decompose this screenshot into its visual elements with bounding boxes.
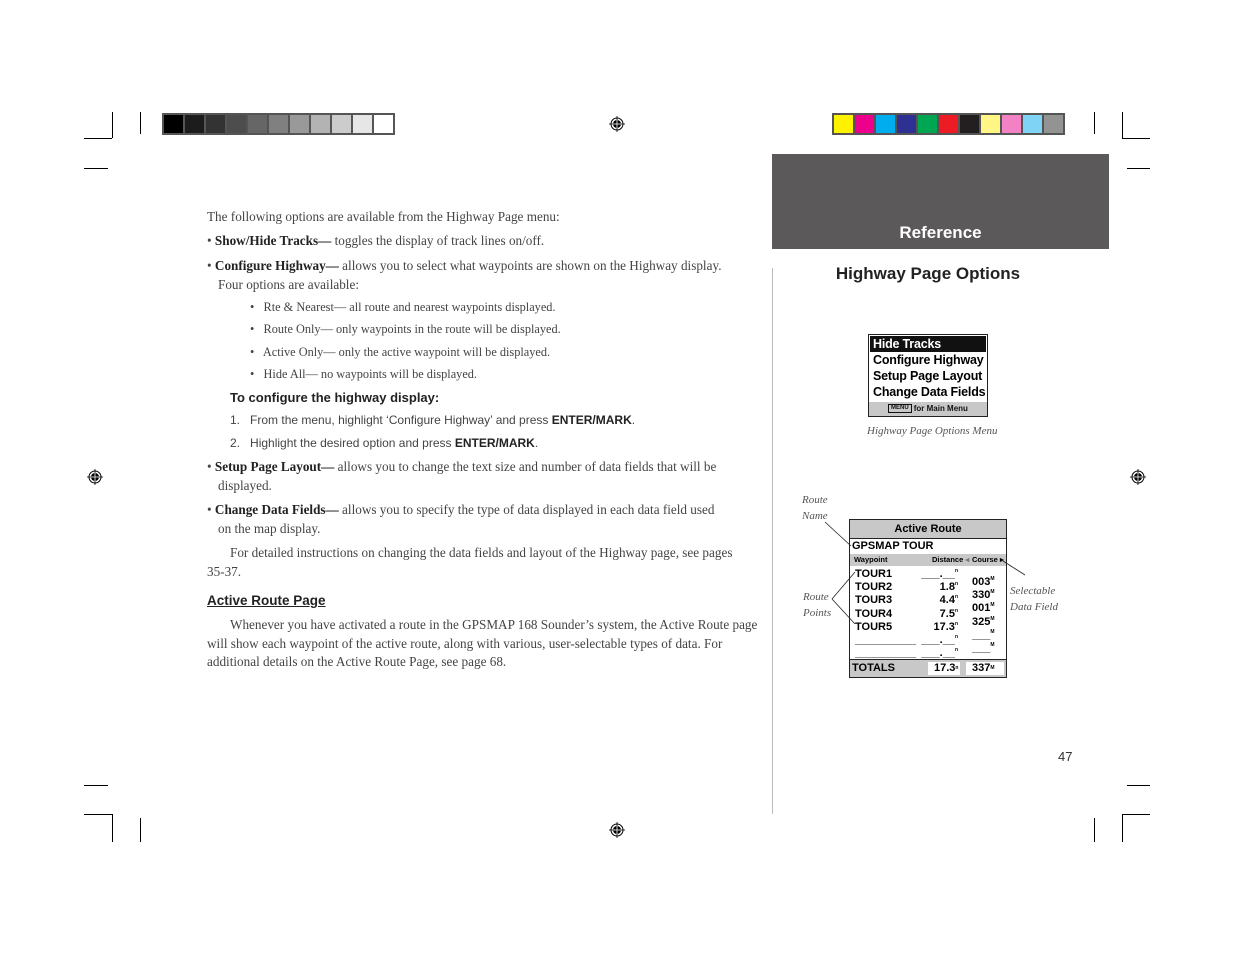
leader-line [831, 571, 856, 600]
page-number: 47 [1058, 749, 1073, 764]
callout-leader-lines [824, 521, 1026, 625]
leader-line [1002, 560, 1026, 576]
leader-line [824, 521, 852, 547]
leader-line [831, 598, 856, 625]
